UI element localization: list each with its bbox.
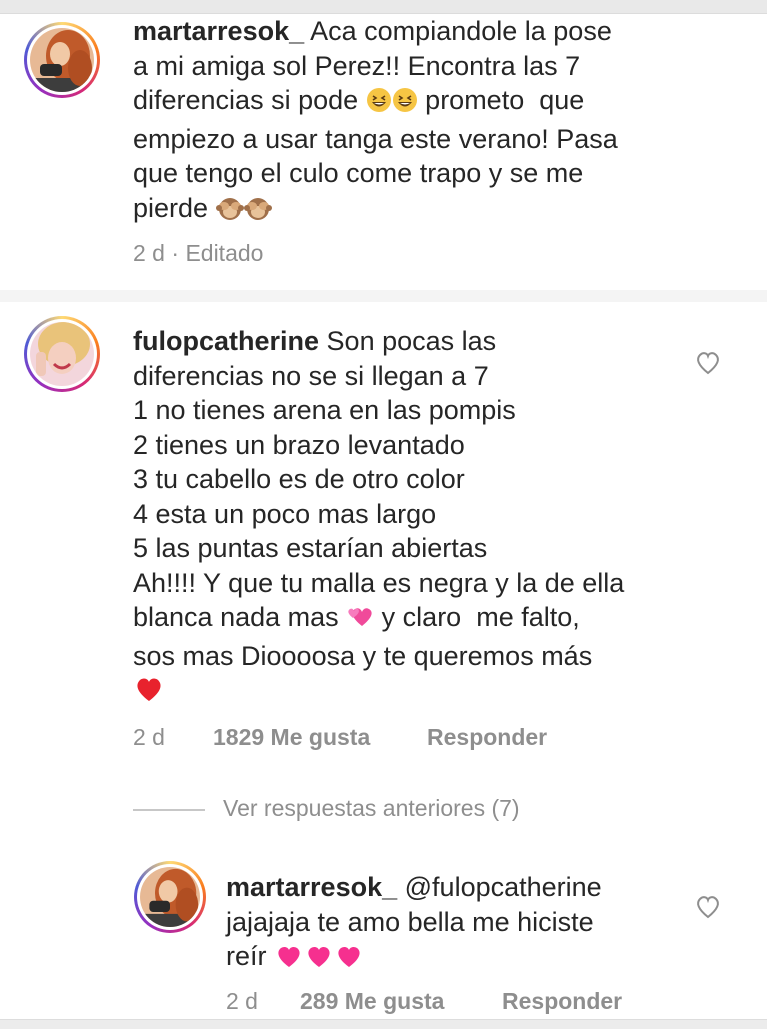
- comment-line: Son pocas las: [326, 326, 497, 356]
- comment-text: martarresok_ Aca compiandole la pose a m…: [133, 14, 733, 229]
- likes-count[interactable]: 1829 Me gusta: [213, 724, 370, 751]
- comment-line: sos mas Dioooosa y te queremos más: [133, 640, 593, 671]
- timestamp: 2 d: [133, 240, 165, 266]
- edited-label: Editado: [185, 240, 264, 266]
- avatar-photo: [140, 867, 200, 927]
- replies-divider: [133, 809, 205, 811]
- reply-button[interactable]: Responder: [502, 988, 622, 1015]
- comment-meta: 2 d 1829 Me gusta Responder: [133, 724, 547, 751]
- avatar-martarresok[interactable]: [134, 861, 206, 933]
- mention-link[interactable]: @fulopcatherine: [405, 872, 602, 902]
- comment-divider: [0, 290, 767, 302]
- like-heart-icon[interactable]: [694, 350, 722, 376]
- comment-meta: 2 d · Editado: [133, 240, 264, 266]
- view-previous-replies[interactable]: Ver respuestas anteriores (7): [133, 795, 573, 825]
- comment-martarresok: martarresok_ Aca compiandole la pose a m…: [0, 0, 767, 296]
- reply-martarresok: martarresok_ @fulopcatherine jajajaja te…: [0, 856, 767, 1021]
- comment-line: 2 tienes un brazo levantado: [133, 429, 465, 460]
- pink-heart-emoji: [334, 943, 364, 978]
- comment-line: blanca nada mas: [133, 602, 339, 632]
- comment-line: 3 tu cabello es de otro color: [133, 464, 465, 494]
- username[interactable]: martarresok_: [226, 872, 397, 902]
- pink-heart-emoji: [304, 943, 334, 978]
- comment-line: empiezo a usar tanga este verano! Pasa: [133, 123, 618, 154]
- bottom-bar: [0, 1019, 767, 1029]
- see-no-evil-monkey-emoji: [243, 195, 272, 230]
- comment-line: y claro me falto,: [381, 602, 580, 632]
- comment-text: fulopcatherine Son pocas las diferencias…: [133, 324, 693, 712]
- comment-line: 5 las puntas estarían abiertas: [133, 533, 488, 563]
- reply-line: reír: [226, 941, 267, 971]
- avatar-photo: [30, 28, 94, 92]
- pink-heart-emoji: [274, 943, 304, 978]
- avatar-fulopcatherine[interactable]: [24, 316, 100, 392]
- comment-line: 1 no tienes arena en las pompis: [133, 395, 516, 425]
- avatar-photo: [30, 322, 94, 386]
- comment-line: Ah!!!! Y que tu malla es negra y la de e…: [133, 567, 625, 598]
- comment-line: a mi amiga sol Perez!! Encontra las 7: [133, 50, 581, 81]
- see-no-evil-monkey-emoji: [215, 195, 244, 230]
- comment-line: diferencias no se si llegan a 7: [133, 360, 489, 391]
- grinning-squint-emoji: [366, 87, 392, 122]
- like-heart-icon[interactable]: [694, 894, 722, 920]
- reply-text: martarresok_ @fulopcatherine jajajaja te…: [226, 870, 686, 978]
- comment-line: prometo que: [425, 85, 585, 115]
- comment-line: que tengo el culo come trapo y se me: [133, 158, 584, 188]
- reply-button[interactable]: Responder: [427, 724, 547, 751]
- comment-line: diferencias si pode: [133, 85, 359, 115]
- timestamp: 2 d: [133, 724, 165, 750]
- two-hearts-emoji: [346, 604, 374, 639]
- grinning-squint-emoji: [392, 87, 418, 122]
- likes-count[interactable]: 289 Me gusta: [300, 988, 444, 1015]
- comment-fulopcatherine: fulopcatherine Son pocas las diferencias…: [0, 302, 767, 772]
- comment-line: pierde: [133, 192, 209, 223]
- comment-line: 4 esta un poco mas largo: [133, 498, 437, 529]
- view-replies-label[interactable]: Ver respuestas anteriores (7): [223, 795, 520, 822]
- username[interactable]: fulopcatherine: [133, 326, 319, 356]
- red-heart-emoji: [133, 675, 165, 712]
- comment-line: Aca compiandole la pose: [310, 16, 612, 46]
- reply-line: jajajaja te amo bella me hiciste: [226, 906, 594, 937]
- timestamp: 2 d: [226, 988, 258, 1014]
- reply-meta: 2 d 289 Me gusta Responder: [226, 988, 622, 1015]
- username[interactable]: martarresok_: [133, 16, 304, 46]
- avatar-martarresok[interactable]: [24, 22, 100, 98]
